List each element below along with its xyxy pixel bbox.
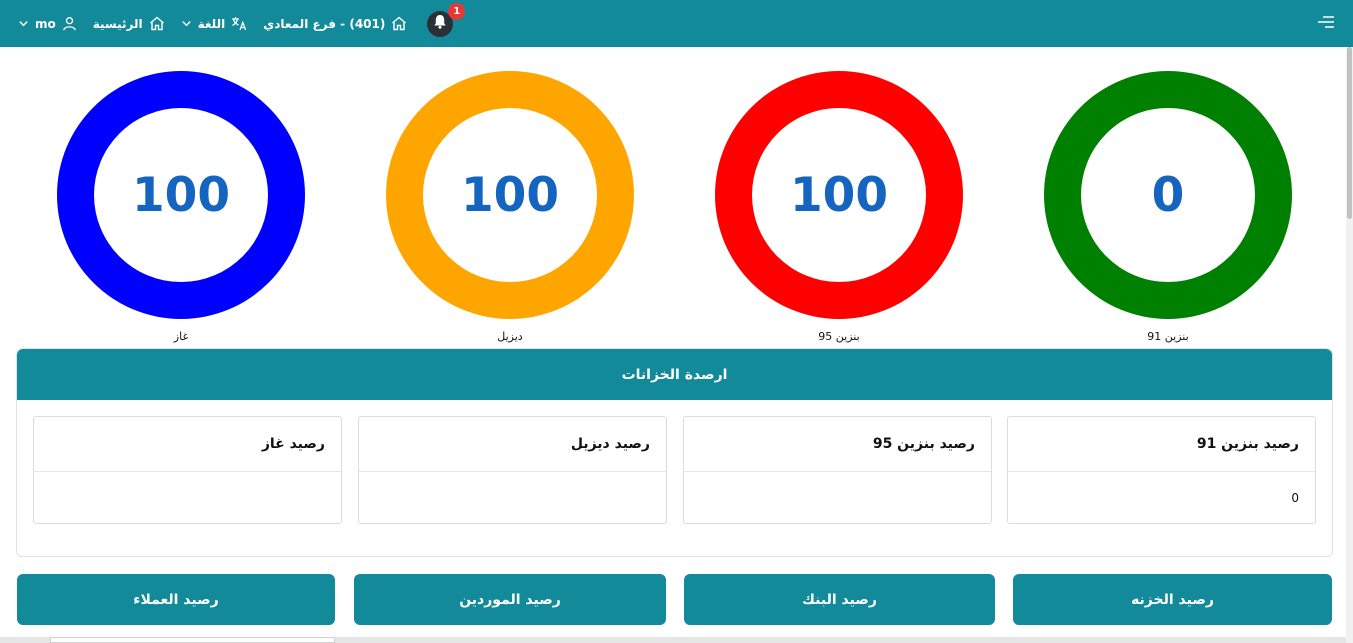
customers-balance-header[interactable]: رصيد العملاء (17, 574, 335, 625)
gauge-ring: 100 (715, 71, 963, 319)
bell-icon (433, 14, 447, 33)
tanks-balance-panel: ارصدة الخزانات رصيد غاز رصيد ديزيل رصيد … (16, 348, 1333, 557)
scrollbar-thumb[interactable] (1347, 47, 1352, 219)
tank-card-value (684, 472, 991, 524)
tank-card-title: رصيد ديزيل (359, 417, 666, 472)
tank-card-diesel: رصيد ديزيل (358, 416, 667, 524)
tank-card-title: رصيد غاز (34, 417, 341, 472)
branch-label: (401) - فرع المعادي (263, 16, 386, 31)
fuel-gauges: 100 غاز 100 ديزيل 100 بنزين 95 0 بنزين 9… (0, 47, 1346, 347)
sidebar-toggle-button[interactable] (1317, 14, 1335, 33)
gauge-label: غاز (173, 330, 189, 343)
translate-icon (231, 16, 247, 31)
notifications-button[interactable]: 1 (427, 2, 466, 37)
tank-card-gas: رصيد غاز (33, 416, 342, 524)
home-icon (149, 16, 165, 31)
home-label: الرئيسية (92, 16, 143, 31)
tank-card-value (359, 472, 666, 524)
horizontal-scrollbar[interactable] (0, 637, 1346, 643)
navbar-items: mo الرئيسية اللغة (401) - فرع المعادي 1 (18, 2, 466, 37)
chevron-down-icon (181, 18, 192, 29)
menu-icon (1317, 14, 1335, 33)
branch-selector[interactable]: (401) - فرع المعادي (263, 16, 407, 31)
gauge-gas: 100 غاز (57, 71, 305, 343)
tank-card-benzine-95: رصيد بنزين 95 (683, 416, 992, 524)
tank-card-benzine-91: رصيد بنزين 91 0 (1007, 416, 1316, 524)
home-link[interactable]: الرئيسية (93, 16, 165, 31)
gauge-value: 0 (1151, 167, 1185, 223)
gauge-ring: 100 (57, 71, 305, 319)
chevron-down-icon (18, 18, 29, 29)
gauge-label: ديزيل (497, 330, 523, 343)
language-label: اللغة (197, 16, 226, 31)
tank-card-value: 0 (1291, 491, 1299, 505)
tanks-panel-title: ارصدة الخزانات (17, 349, 1332, 400)
tank-card-title: رصيد بنزين 95 (684, 417, 991, 472)
user-name: mo (35, 16, 56, 31)
tank-card-value (34, 472, 341, 524)
gauge-value: 100 (460, 167, 560, 223)
scrollbar-thumb[interactable] (50, 637, 335, 643)
gauge-benzine-91: 0 بنزين 91 (1044, 71, 1292, 343)
language-menu[interactable]: اللغة (181, 16, 248, 31)
gauge-ring: 0 (1044, 71, 1292, 319)
home-icon (391, 16, 407, 31)
notification-badge: 1 (448, 2, 466, 20)
gauge-value: 100 (131, 167, 231, 223)
user-menu[interactable]: mo (18, 16, 77, 31)
tank-card-title: رصيد بنزين 91 (1008, 417, 1315, 472)
gauge-ring: 100 (386, 71, 634, 319)
suppliers-balance-header[interactable]: رصيد الموردين (354, 574, 666, 625)
gauge-label: بنزين 91 (1147, 330, 1189, 343)
bank-balance-header[interactable]: رصيد البنك (684, 574, 995, 625)
gauge-benzine-95: 100 بنزين 95 (715, 71, 963, 343)
user-icon (62, 16, 77, 31)
gauge-label: بنزين 95 (818, 330, 860, 343)
top-navbar: mo الرئيسية اللغة (401) - فرع المعادي 1 (0, 0, 1353, 47)
page-scrollbar[interactable] (1346, 47, 1353, 643)
gauge-diesel: 100 ديزيل (386, 71, 634, 343)
treasury-balance-header[interactable]: رصيد الخزنه (1013, 574, 1332, 625)
gauge-value: 100 (789, 167, 889, 223)
